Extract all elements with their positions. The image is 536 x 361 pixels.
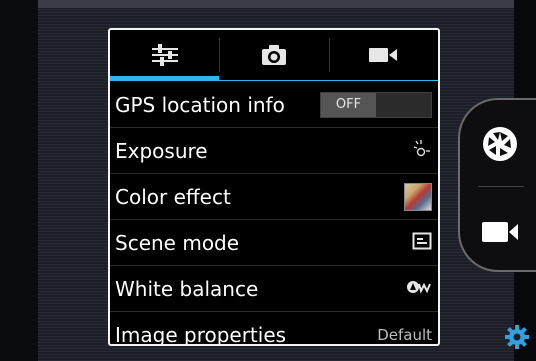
video-camera-icon: [482, 222, 518, 242]
settings-gear-button[interactable]: [504, 324, 530, 350]
video-record-button[interactable]: [476, 208, 524, 256]
color-effect-label: Color effect: [115, 184, 231, 209]
camera-screen: GPS location info OFF Exposure Color eff…: [0, 0, 536, 361]
settings-list: GPS location info OFF Exposure Color eff…: [110, 82, 438, 346]
image-properties-label: Image properties: [115, 322, 287, 346]
scene-mode-icon: [412, 232, 432, 254]
tab-camera-settings[interactable]: [219, 30, 328, 80]
setting-row-exposure[interactable]: Exposure: [110, 128, 438, 174]
tab-video-settings[interactable]: [328, 30, 438, 80]
shutter-icon: [483, 127, 517, 161]
gps-toggle-state: OFF: [321, 92, 376, 117]
camera-icon: [261, 45, 286, 65]
auto-white-balance-icon: [406, 279, 432, 299]
viewfinder-top-strip: [38, 0, 514, 8]
controls-divider: [478, 186, 524, 187]
setting-row-image-properties[interactable]: Image properties Default: [110, 312, 438, 346]
setting-row-white-balance[interactable]: White balance: [110, 266, 438, 312]
camera-settings-panel: GPS location info OFF Exposure Color eff…: [108, 28, 440, 346]
exposure-label: Exposure: [115, 138, 208, 163]
setting-row-gps[interactable]: GPS location info OFF: [110, 82, 438, 128]
capture-controls: [458, 98, 536, 272]
shutter-button[interactable]: [476, 120, 524, 168]
image-properties-value: Default: [377, 325, 432, 344]
gear-icon: [505, 325, 529, 349]
setting-row-scene-mode[interactable]: Scene mode: [110, 220, 438, 266]
settings-sliders-icon: [151, 44, 178, 66]
viewfinder-edge-left: [0, 0, 38, 361]
gps-label: GPS location info: [115, 92, 285, 117]
setting-row-color-effect[interactable]: Color effect: [110, 174, 438, 220]
gps-toggle[interactable]: OFF: [320, 91, 432, 118]
video-camera-icon: [369, 48, 398, 62]
settings-tab-bar: [110, 30, 438, 81]
exposure-icon: [412, 138, 432, 164]
scene-mode-label: Scene mode: [115, 230, 240, 255]
tab-general-settings[interactable]: [110, 30, 220, 80]
white-balance-label: White balance: [115, 276, 259, 301]
color-effect-thumbnail: [404, 182, 432, 211]
